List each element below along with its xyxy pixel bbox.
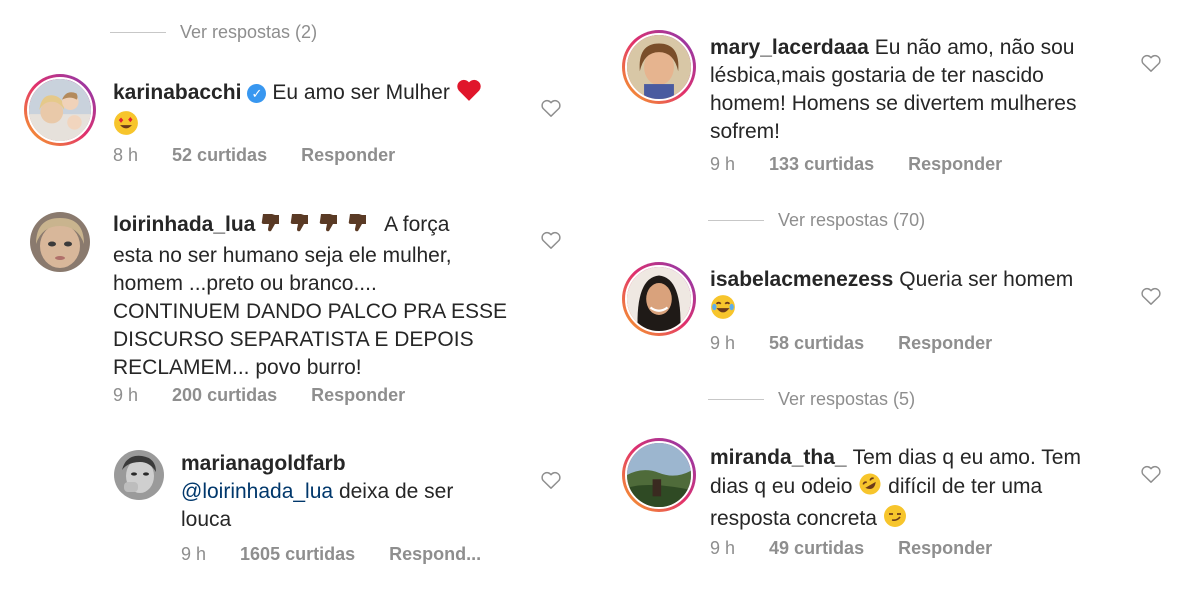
comment-text-line: sofrem! xyxy=(710,120,781,143)
smirk-emoji xyxy=(883,504,907,536)
comment-text-line: lésbica,mais gostaria de ter nascido xyxy=(710,64,1044,87)
comment-miranda-tha: miranda_tha_ Tem dias q eu amo. Tem dias … xyxy=(600,430,1200,600)
username[interactable]: mary_lacerdaaa xyxy=(710,36,869,59)
avatar-photo-isabelacmenezess xyxy=(627,267,691,331)
comment-time: 8 h xyxy=(113,145,139,165)
likes-count[interactable]: 1605 curtidas xyxy=(240,544,355,565)
thumbs-down-emoji xyxy=(261,210,379,242)
avatar[interactable] xyxy=(622,30,696,104)
heart-outline-icon[interactable] xyxy=(1140,286,1162,306)
heart-outline-icon[interactable] xyxy=(1140,53,1162,73)
username[interactable]: loirinhada_lua xyxy=(113,213,255,236)
comment-text: Eu amo ser Mulher xyxy=(272,81,450,104)
comment-text: A força xyxy=(384,213,450,236)
comment-text-line: CONTINUEM DANDO PALCO PRA ESSE xyxy=(113,300,508,323)
comment-text-line: difícil de ter uma xyxy=(888,475,1043,498)
right-comment-column: mary_lacerdaaa Eu não amo, não sou lésbic… xyxy=(600,0,1200,600)
verified-badge-icon: ✓ xyxy=(247,84,267,103)
comment-loirinhada-lua: loirinhada_lua A força esta no ser human… xyxy=(0,190,590,420)
heart-outline-icon[interactable] xyxy=(540,98,562,118)
comment-isabelacmenezess: isabelacmenezess Queria ser homem 9 h 58 … xyxy=(600,250,1200,370)
heart-outline-icon[interactable] xyxy=(540,470,562,490)
view-replies-button[interactable]: Ver respostas (70) xyxy=(708,210,925,231)
username[interactable]: isabelacmenezess xyxy=(710,268,893,291)
comment-time: 9 h xyxy=(710,538,736,558)
comment-text: Tem dias q eu amo. Tem xyxy=(852,446,1081,469)
comment-marianagoldfarb: marianagoldfarb @loirinhada_lua deixa de… xyxy=(0,440,590,600)
comment-text-line: dias q eu odeio xyxy=(710,475,853,498)
comment-text-line: DISCURSO SEPARATISTA E DEPOIS xyxy=(113,328,474,351)
divider-line xyxy=(708,399,764,400)
likes-count[interactable]: 133 curtidas xyxy=(769,154,874,175)
view-replies-button[interactable]: Ver respostas (5) xyxy=(708,389,915,410)
reply-button[interactable]: Responder xyxy=(908,154,1002,175)
red-heart-emoji xyxy=(456,78,482,110)
comment-time: 9 h xyxy=(710,333,736,353)
avatar[interactable] xyxy=(30,212,90,272)
comment-time: 9 h xyxy=(710,154,736,174)
view-replies-label: Ver respostas (5) xyxy=(778,389,916,409)
comment-text-line: RECLAMEM... povo burro! xyxy=(113,356,362,379)
avatar-photo-mary-lacerdaaa xyxy=(627,35,691,99)
username[interactable]: karinabacchi xyxy=(113,81,241,104)
comment-mary-lacerdaaa: mary_lacerdaaa Eu não amo, não sou lésbic… xyxy=(600,0,1200,200)
divider-line xyxy=(708,220,764,221)
left-comment-column: Ver respostas (2) karinabacchi ✓ Eu amo se… xyxy=(0,0,590,600)
comment-text-line: homem! Homens se divertem mulheres xyxy=(710,92,1077,115)
username[interactable]: miranda_tha_ xyxy=(710,446,847,469)
reply-button[interactable]: Responder xyxy=(898,538,992,559)
comment-text-line: louca xyxy=(181,508,232,531)
comment-time: 9 h xyxy=(181,544,207,564)
comment-text-line: homem ...preto ou branco.... xyxy=(113,272,377,295)
reply-button[interactable]: Responder xyxy=(898,333,992,354)
likes-count[interactable]: 49 curtidas xyxy=(769,538,864,559)
reply-button[interactable]: Responder xyxy=(311,385,405,406)
mention-link[interactable]: @loirinhada_lua xyxy=(181,480,333,503)
reply-button[interactable]: Respond... xyxy=(389,544,481,565)
avatar[interactable] xyxy=(622,438,696,512)
avatar-photo-karinabacchi xyxy=(29,79,91,141)
avatar-photo-miranda-tha xyxy=(627,443,691,507)
comment-karinabacchi: karinabacchi ✓ Eu amo ser Mulher 8 h 52 cu… xyxy=(0,0,590,180)
avatar[interactable] xyxy=(114,450,164,500)
comment-time: 9 h xyxy=(113,385,139,405)
likes-count[interactable]: 200 curtidas xyxy=(172,385,277,406)
laughing-tears-emoji xyxy=(710,294,736,328)
view-replies-label: Ver respostas (70) xyxy=(778,210,926,230)
reply-button[interactable]: Responder xyxy=(301,145,395,166)
comment-text: Eu não amo, não sou xyxy=(874,36,1075,59)
avatar[interactable] xyxy=(622,262,696,336)
avatar-photo-loirinhada-lua xyxy=(30,212,90,272)
comment-text-line: resposta concreta xyxy=(710,507,877,530)
comment-text: Queria ser homem xyxy=(899,268,1074,291)
rofl-emoji xyxy=(858,472,882,504)
avatar[interactable] xyxy=(24,74,96,146)
heart-outline-icon[interactable] xyxy=(1140,464,1162,484)
comment-text: deixa de ser xyxy=(338,480,454,503)
heart-eyes-emoji xyxy=(113,110,139,144)
likes-count[interactable]: 52 curtidas xyxy=(172,145,267,166)
avatar-photo-marianagoldfarb xyxy=(114,450,164,500)
likes-count[interactable]: 58 curtidas xyxy=(769,333,864,354)
heart-outline-icon[interactable] xyxy=(540,230,562,250)
comment-text-line: esta no ser humano seja ele mulher, xyxy=(113,244,452,267)
username[interactable]: marianagoldfarb xyxy=(181,452,346,475)
